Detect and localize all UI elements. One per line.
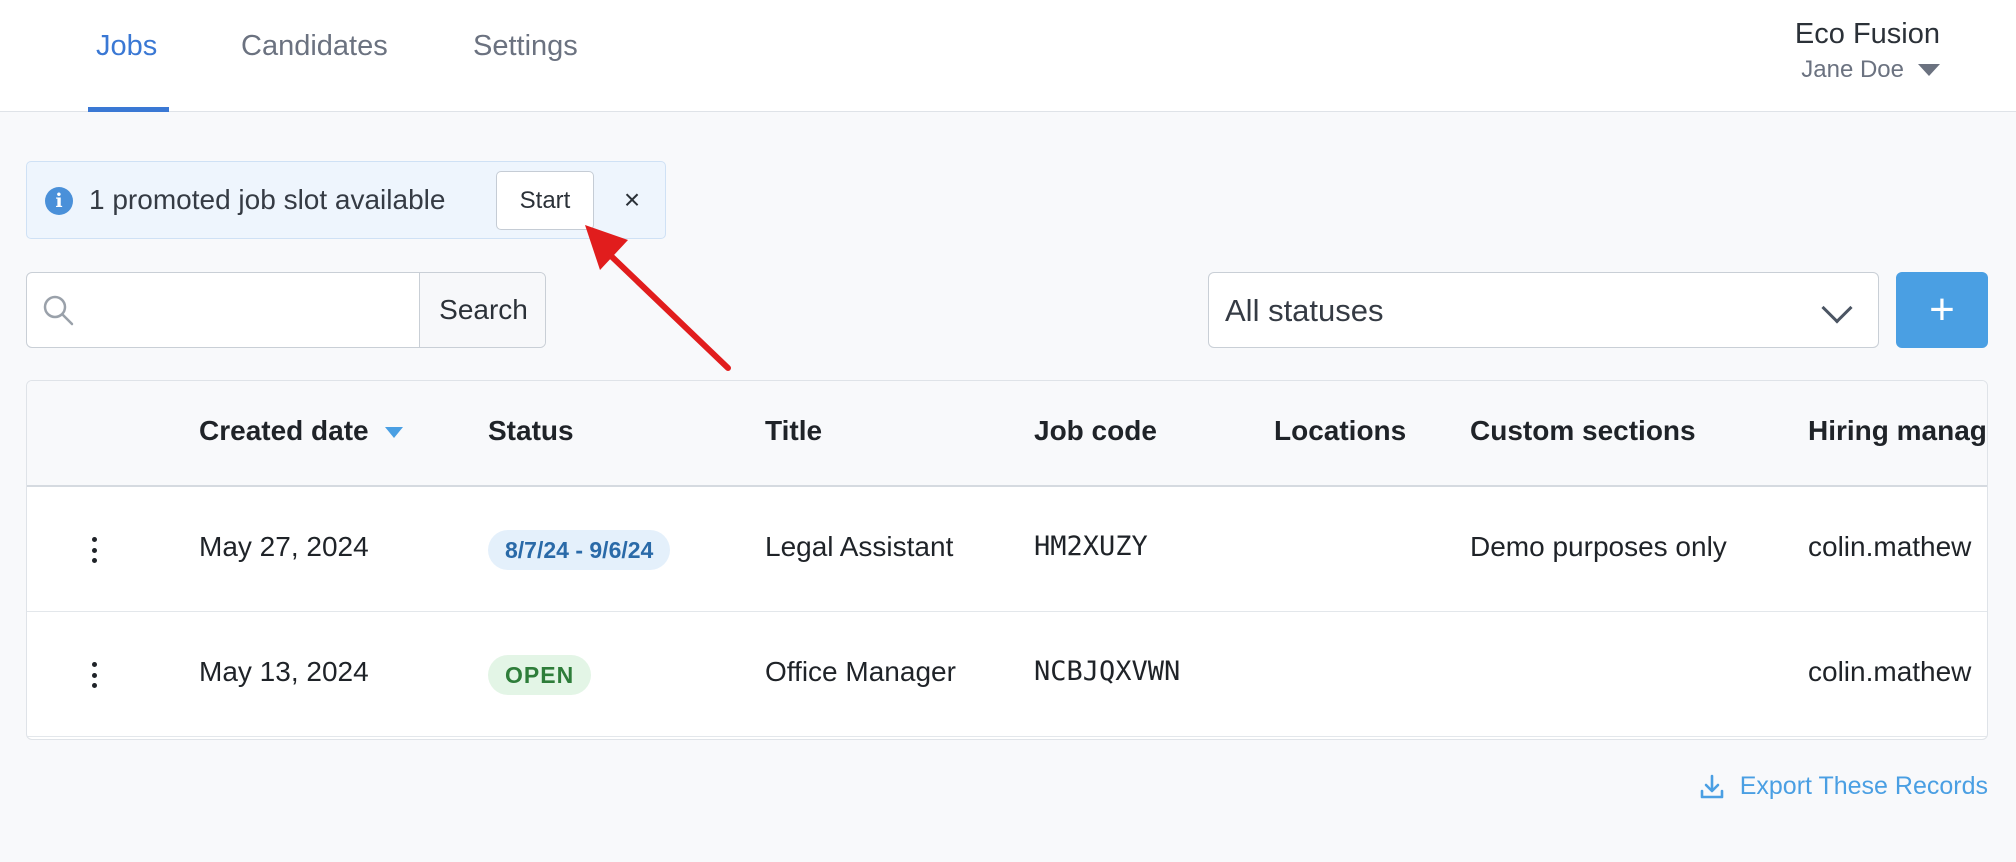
status-filter-value: All statuses: [1225, 293, 1384, 328]
search-icon: [43, 295, 74, 326]
jobs-table: Created date Status Title Job code Locat…: [26, 380, 1988, 740]
sort-descending-icon: [384, 427, 403, 439]
status-badge: OPEN: [488, 655, 592, 695]
promoted-slot-banner: i 1 promoted job slot available Start ×: [26, 161, 666, 239]
search-input[interactable]: [85, 273, 445, 347]
top-navigation: Jobs Candidates Settings Eco Fusion Jane…: [0, 0, 2016, 112]
column-header-title[interactable]: Title: [765, 415, 822, 447]
more-options-icon[interactable]: [87, 660, 101, 690]
search-bar: Search: [26, 272, 546, 348]
active-tab-indicator: [88, 107, 169, 112]
caret-down-icon: [1918, 64, 1940, 76]
close-icon[interactable]: ×: [615, 180, 649, 220]
job-code-cell: NCBJQXVWN: [1034, 656, 1181, 687]
column-header-custom-sections[interactable]: Custom sections: [1470, 415, 1696, 447]
table-row[interactable]: May 13, 2024 OPEN Office Manager NCBJQXV…: [27, 612, 1987, 737]
column-header-hiring-manager[interactable]: Hiring manag: [1808, 415, 1987, 447]
status-badge: 8/7/24 - 9/6/24: [488, 530, 671, 570]
column-header-status[interactable]: Status: [488, 415, 574, 447]
created-date-cell: May 27, 2024: [199, 531, 369, 562]
export-records-link[interactable]: Export These Records: [1698, 772, 1988, 801]
column-header-locations[interactable]: Locations: [1274, 415, 1406, 447]
user-name: Jane Doe: [1801, 56, 1904, 83]
chevron-down-icon: [1821, 292, 1853, 324]
download-icon: [1700, 774, 1724, 798]
table-header: Created date Status Title Job code Locat…: [27, 381, 1987, 487]
tab-candidates[interactable]: Candidates: [241, 30, 388, 63]
more-options-icon[interactable]: [87, 535, 101, 565]
status-filter-select[interactable]: All statuses: [1208, 272, 1879, 348]
export-records-label: Export These Records: [1739, 772, 1988, 800]
table-row[interactable]: May 27, 2024 8/7/24 - 9/6/24 Legal Assis…: [27, 487, 1987, 612]
title-cell[interactable]: Legal Assistant: [765, 531, 953, 563]
tab-jobs[interactable]: Jobs: [96, 30, 157, 63]
hiring-manager-cell: colin.mathew: [1808, 656, 1972, 687]
info-icon: i: [45, 187, 73, 215]
user-menu[interactable]: Jane Doe: [1801, 56, 1940, 84]
custom-sections-cell: Demo purposes only: [1470, 531, 1727, 562]
created-date-cell: May 13, 2024: [199, 656, 369, 687]
hiring-manager-cell: colin.mathew: [1808, 531, 1972, 562]
tab-settings[interactable]: Settings: [473, 30, 578, 63]
search-button[interactable]: Search: [419, 273, 545, 347]
column-header-created-date[interactable]: Created date: [199, 415, 403, 447]
title-cell[interactable]: Office Manager: [765, 656, 956, 688]
job-code-cell: HM2XUZY: [1034, 531, 1148, 562]
add-job-button[interactable]: +: [1896, 272, 1988, 348]
organization-name: Eco Fusion: [1794, 18, 1940, 50]
start-button[interactable]: Start: [496, 171, 594, 230]
promoted-slot-message: 1 promoted job slot available: [89, 184, 446, 215]
column-header-job-code[interactable]: Job code: [1034, 415, 1157, 447]
